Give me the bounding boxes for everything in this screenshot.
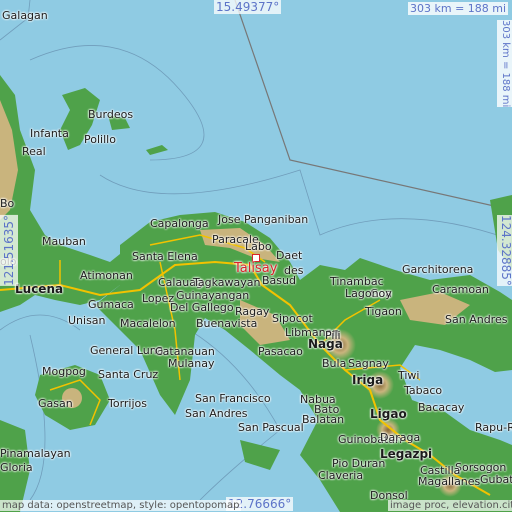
- place-label[interactable]: Sipocot: [272, 313, 313, 325]
- place-label[interactable]: Atimonan: [80, 270, 133, 282]
- place-label[interactable]: Garchitorena: [402, 264, 473, 276]
- top-latitude-label: 15.49377°: [214, 0, 282, 14]
- place-label[interactable]: Bo: [0, 198, 14, 210]
- place-label[interactable]: Mauban: [42, 236, 86, 248]
- place-label[interactable]: Caramoan: [432, 284, 489, 296]
- place-label[interactable]: Tabaco: [404, 385, 442, 397]
- place-label[interactable]: Labo: [245, 241, 272, 253]
- place-label[interactable]: Real: [22, 146, 46, 158]
- place-label[interactable]: Capalonga: [150, 218, 209, 230]
- place-label[interactable]: Torrijos: [108, 398, 147, 410]
- vertical-scale: 303 km = 188 mi: [497, 20, 512, 108]
- place-label[interactable]: San Andres: [445, 314, 507, 326]
- place-label[interactable]: Pinamalayan: [0, 448, 71, 460]
- place-label[interactable]: Sagnay: [348, 358, 389, 370]
- place-label[interactable]: Lagonoy: [345, 288, 392, 300]
- place-label[interactable]: des: [284, 265, 303, 277]
- topographic-map[interactable]: Galagan Burdeos Infanta Polillo Real Cap…: [0, 0, 512, 512]
- place-label[interactable]: Galagan: [2, 10, 48, 22]
- place-label[interactable]: Claveria: [318, 470, 363, 482]
- place-label[interactable]: Ligao: [370, 408, 407, 420]
- attribution-right: image proc, elevation.city: [388, 500, 512, 511]
- place-label[interactable]: Magallanes: [418, 476, 480, 488]
- place-label[interactable]: Daet: [276, 250, 302, 262]
- place-label[interactable]: Santa Elena: [132, 251, 198, 263]
- place-label[interactable]: Mogpog: [42, 366, 86, 378]
- place-label[interactable]: General Luna: [90, 345, 163, 357]
- place-label[interactable]: Pili: [325, 330, 341, 342]
- place-label[interactable]: Tiwi: [398, 370, 420, 382]
- place-label[interactable]: Bula: [322, 358, 346, 370]
- place-label[interactable]: San Andres: [185, 408, 247, 420]
- place-label[interactable]: Legazpi: [380, 448, 432, 460]
- place-label[interactable]: Pio Duran: [332, 458, 385, 470]
- place-label[interactable]: Unisan: [68, 315, 106, 327]
- place-label[interactable]: Infanta: [30, 128, 69, 140]
- place-label[interactable]: Gloria: [0, 462, 33, 474]
- place-label[interactable]: Rapu-Rapu: [475, 422, 512, 434]
- place-label[interactable]: Daraga: [380, 432, 420, 444]
- place-label[interactable]: Gumaca: [88, 299, 134, 311]
- place-label[interactable]: Balatan: [302, 414, 344, 426]
- place-label[interactable]: Macalelon: [120, 318, 176, 330]
- place-label[interactable]: San Francisco: [195, 393, 271, 405]
- place-label[interactable]: Pasacao: [258, 346, 303, 358]
- left-longitude-label: 121.51635°: [0, 215, 18, 286]
- place-label[interactable]: Bacacay: [418, 402, 464, 414]
- place-label[interactable]: Tigaon: [365, 306, 402, 318]
- place-label[interactable]: Del Gallego: [170, 302, 234, 314]
- place-label[interactable]: Lucena: [15, 283, 63, 295]
- place-label[interactable]: Buenavista: [196, 318, 257, 330]
- place-label[interactable]: Burdeos: [88, 109, 133, 121]
- place-label[interactable]: Gubat: [480, 474, 512, 486]
- place-label[interactable]: Iriga: [352, 374, 383, 386]
- place-label[interactable]: Mulanay: [168, 358, 214, 370]
- place-label[interactable]: Gasan: [38, 398, 73, 410]
- attribution-left: map data: openstreetmap, style: opentopo…: [0, 500, 242, 511]
- right-longitude-label: 124.32885°: [497, 215, 512, 286]
- place-label[interactable]: Polillo: [84, 134, 116, 146]
- place-label[interactable]: Jose Panganiban: [218, 214, 308, 226]
- horizontal-scale: 303 km = 188 mi: [408, 2, 509, 15]
- place-label[interactable]: Tagkawayan: [193, 277, 261, 289]
- place-label[interactable]: Santa Cruz: [98, 369, 158, 381]
- place-label[interactable]: San Pascual: [238, 422, 304, 434]
